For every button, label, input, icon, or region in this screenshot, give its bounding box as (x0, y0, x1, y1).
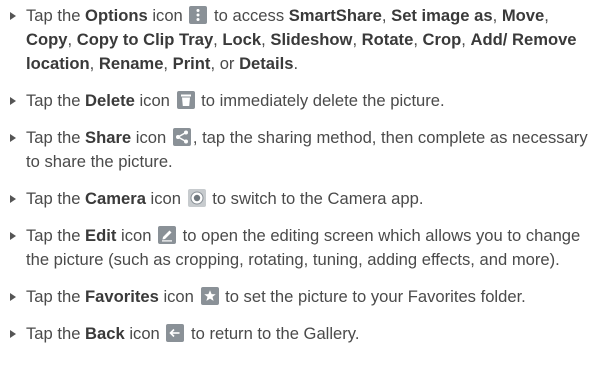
bold-term: Favorites (85, 287, 159, 306)
text-run: icon (134, 91, 175, 110)
bold-term: Copy to Clip Tray (76, 30, 214, 49)
bullet-triangle-icon (10, 330, 16, 338)
bold-term: Print (172, 54, 211, 73)
text-run: Tap the (26, 6, 86, 25)
bold-term: Share (85, 128, 132, 147)
bullet-triangle-icon (10, 195, 16, 203)
text-run: , (461, 30, 471, 49)
text-run: Tap the (26, 189, 86, 208)
bullet-item: Tap the Share icon , tap the sharing met… (9, 126, 595, 174)
bold-term: Lock (222, 30, 262, 49)
text-run: . (293, 54, 299, 73)
bold-term: Set image as (391, 6, 493, 25)
text-run: to immediately delete the picture. (196, 91, 445, 110)
bold-term: Back (85, 324, 125, 343)
text-run: icon (131, 128, 171, 147)
text-run: , (492, 6, 502, 25)
delete-icon (176, 91, 195, 109)
bold-term: Slideshow (270, 30, 353, 49)
bullet-item: Tap the Camera icon to switch to the Cam… (9, 187, 595, 211)
bold-term: SmartShare (288, 6, 382, 25)
text-run: to switch to the Camera app. (207, 189, 424, 208)
options-icon (189, 6, 208, 24)
bullet-triangle-icon (10, 12, 16, 20)
bold-term: Details (239, 54, 294, 73)
text-run: , (413, 30, 423, 49)
text-run: icon (145, 189, 186, 208)
instruction-page: Tap the Options icon to access SmartShar… (0, 0, 603, 369)
bullet-triangle-icon (10, 97, 16, 105)
bold-term: Rename (98, 54, 164, 73)
bullet-item: Tap the Options icon to access SmartShar… (9, 4, 595, 76)
text-run: , or (210, 54, 240, 73)
text-run: Tap the (26, 91, 86, 110)
bold-term: Rotate (361, 30, 414, 49)
text-run: , (544, 6, 549, 25)
back-icon (166, 324, 185, 342)
text-run: icon (116, 226, 157, 245)
text-run: to set the picture to your Favorites fol… (220, 287, 526, 306)
bold-term: Copy (26, 30, 68, 49)
text-run: Tap the (26, 324, 86, 343)
edit-icon (158, 226, 177, 244)
bold-term: Camera (85, 189, 146, 208)
text-run: icon (124, 324, 165, 343)
bullet-item: Tap the Delete icon to immediately delet… (9, 89, 595, 113)
text-run: Tap the (26, 128, 86, 147)
text-run: , (67, 30, 77, 49)
instruction-list: Tap the Options icon to access SmartShar… (9, 4, 595, 346)
text-run: to access (209, 6, 289, 25)
bullet-item: Tap the Favorites icon to set the pictur… (9, 285, 595, 309)
bullet-triangle-icon (10, 232, 16, 240)
bullet-triangle-icon (10, 293, 16, 301)
text-run: , (261, 30, 271, 49)
camera-icon (187, 189, 206, 207)
bold-term: Edit (85, 226, 117, 245)
text-run: Tap the (26, 287, 86, 306)
bold-term: Move (501, 6, 545, 25)
bold-term: Delete (85, 91, 135, 110)
text-run: to return to the Gallery. (186, 324, 360, 343)
bullet-item: Tap the Edit icon to open the editing sc… (9, 224, 595, 272)
text-run: , (352, 30, 362, 49)
bold-term: Options (85, 6, 148, 25)
text-run: icon (158, 287, 199, 306)
bullet-triangle-icon (10, 134, 16, 142)
text-run: Tap the (26, 226, 86, 245)
bold-term: Crop (422, 30, 462, 49)
text-run: , (89, 54, 99, 73)
share-icon (172, 128, 191, 146)
text-run: , (163, 54, 173, 73)
bullet-item: Tap the Back icon to return to the Galle… (9, 322, 595, 346)
text-run: icon (147, 6, 188, 25)
favorites-icon (200, 287, 219, 305)
text-run: , (381, 6, 392, 25)
